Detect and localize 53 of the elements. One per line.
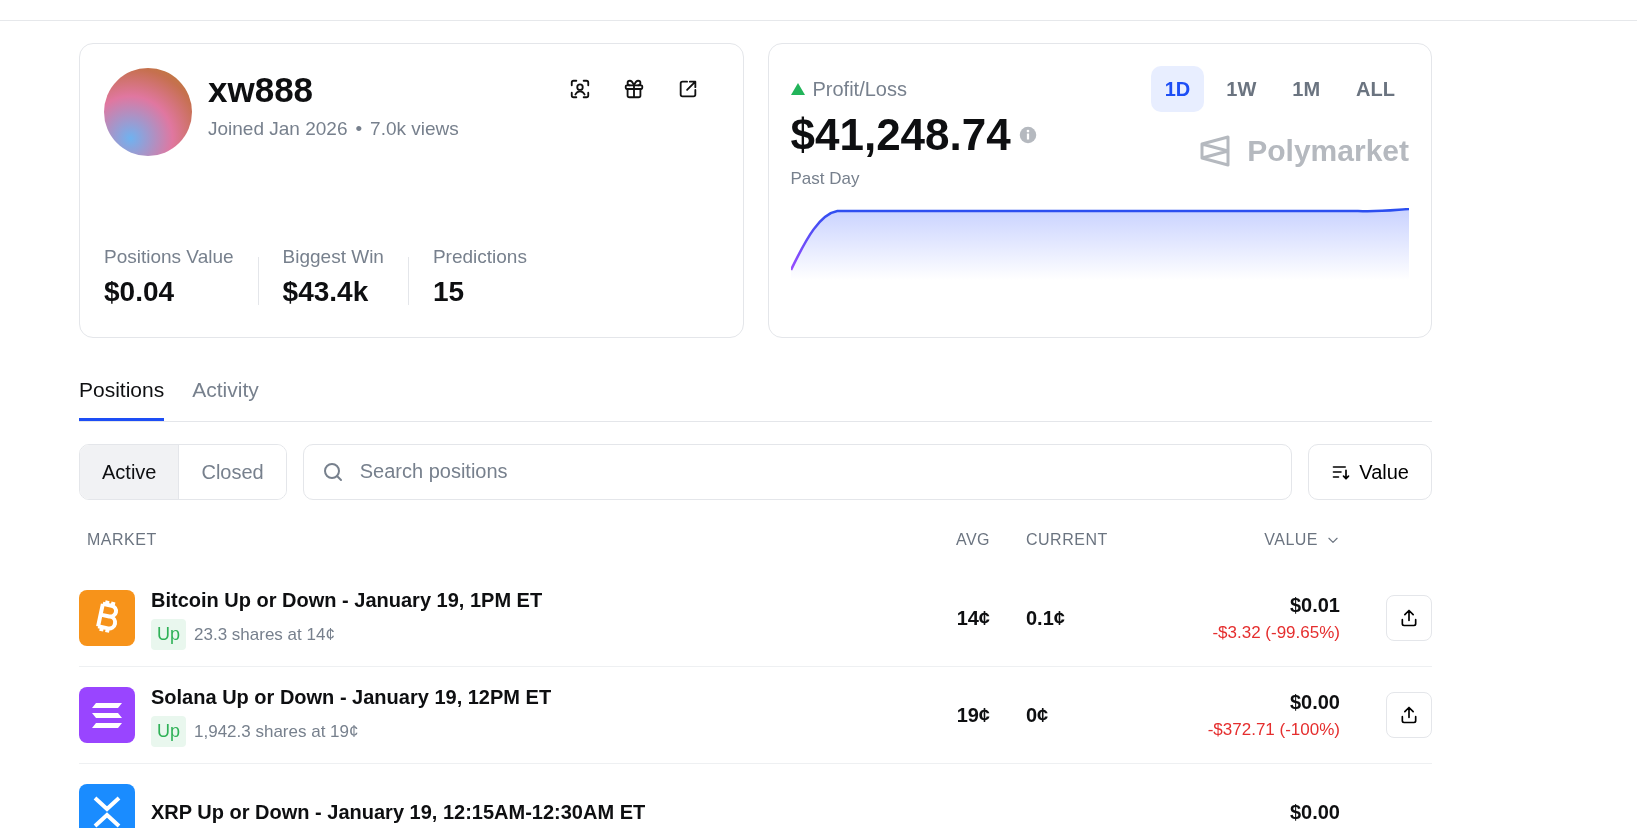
column-header[interactable]: VALUE <box>1264 527 1318 552</box>
position-value: $0.00 <box>1288 689 1340 715</box>
stat-label: Biggest Win <box>282 244 384 269</box>
position-value: $0.01 <box>1288 592 1340 618</box>
column-header: MARKET <box>87 530 157 548</box>
stat-value: $43.4k <box>282 275 370 309</box>
solana-icon <box>79 686 135 743</box>
market-title[interactable]: Bitcoin Up or Down - January 19, 1PM ET <box>151 585 543 615</box>
triangle-up-icon <box>790 83 805 95</box>
share-button[interactable] <box>1386 594 1432 641</box>
bitcoin-icon <box>79 589 135 646</box>
pnl-label: Profit/Loss <box>812 77 907 102</box>
info-icon <box>1018 126 1037 145</box>
column-header: CURRENT <box>1026 530 1108 548</box>
sort-button[interactable]: Value <box>1308 443 1432 500</box>
section-tab[interactable]: Positions <box>79 374 165 421</box>
logo-icon <box>1199 133 1232 168</box>
separator-dot: • <box>355 117 363 141</box>
position-value: $0.00 <box>1288 799 1340 825</box>
range-tab[interactable]: ALL <box>1342 66 1409 112</box>
range-tab[interactable]: 1W <box>1212 66 1271 112</box>
filter-toggle[interactable]: Active <box>80 444 180 499</box>
market-title[interactable]: XRP Up or Down - January 19, 12:15AM-12:30AM ET <box>151 796 646 827</box>
username: xw888 <box>208 72 315 107</box>
column-header: AVG <box>955 530 990 548</box>
outcome-tag: Up <box>151 716 186 747</box>
section-tab[interactable]: Activity <box>192 374 259 421</box>
view-count: 7.0k views <box>370 117 459 141</box>
value-change: -$3.32 (-99.65%) <box>1211 621 1340 644</box>
avg-price: 19¢ <box>956 703 990 726</box>
current-price: 0¢ <box>1026 703 1049 726</box>
pnl-amount: $41,248.74 <box>790 112 1011 159</box>
stat-label: Predictions <box>432 244 527 269</box>
stat-value: 15 <box>432 275 466 309</box>
range-tab[interactable]: 1D <box>1150 66 1205 112</box>
joined-date: Joined Jan 2026 <box>208 117 348 141</box>
current-price: 0.1¢ <box>1026 606 1065 629</box>
period-label: Past Day <box>790 168 861 191</box>
avg-price: 14¢ <box>956 606 990 629</box>
value-change: -$372.71 (-100%) <box>1206 718 1340 741</box>
stat-value: $0.04 <box>104 275 176 309</box>
range-tab[interactable]: 1M <box>1278 66 1335 112</box>
shares-text: 1,942.3 shares at 19¢ <box>194 720 359 743</box>
upload-icon <box>1399 607 1419 628</box>
upload-icon <box>1399 704 1419 725</box>
share-button[interactable] <box>1386 691 1432 738</box>
search-field[interactable]: Search positions <box>302 443 1293 500</box>
brand-name: Polymarket <box>1247 133 1409 169</box>
outcome-tag: Up <box>151 619 186 650</box>
xrp-icon <box>79 783 135 828</box>
stat-label: Positions Value <box>104 244 234 269</box>
shares-text: 23.3 shares at 14¢ <box>194 623 335 646</box>
market-title[interactable]: Solana Up or Down - January 19, 12PM ET <box>151 682 552 712</box>
